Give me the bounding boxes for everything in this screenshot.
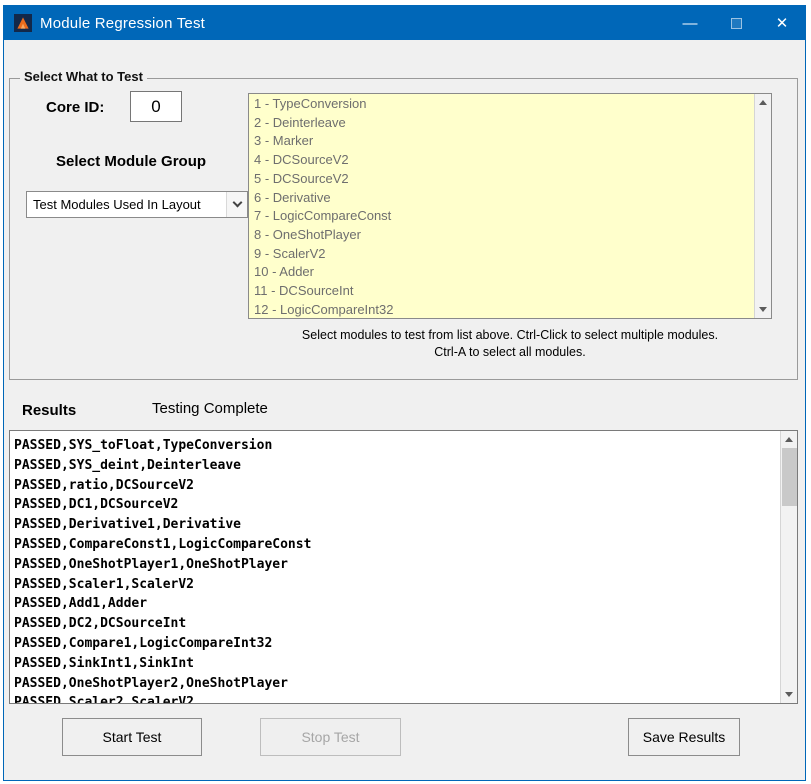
- result-line[interactable]: PASSED,ratio,DCSourceV2: [14, 476, 777, 496]
- scroll-up-button[interactable]: [755, 94, 771, 111]
- scroll-up-button[interactable]: [781, 431, 797, 448]
- result-line[interactable]: PASSED,OneShotPlayer2,OneShotPlayer: [14, 674, 777, 694]
- module-list-help: Select modules to test from list above. …: [248, 327, 772, 361]
- module-list-item[interactable]: 10 - Adder: [254, 263, 751, 282]
- module-list-item[interactable]: 9 - ScalerV2: [254, 245, 751, 264]
- result-line[interactable]: PASSED,CompareConst1,LogicCompareConst: [14, 535, 777, 555]
- module-list[interactable]: 1 - TypeConversion2 - Deinterleave3 - Ma…: [248, 93, 772, 319]
- scrollbar-thumb[interactable]: [782, 448, 797, 506]
- module-group-selected-value: Test Modules Used In Layout: [33, 197, 226, 212]
- help-line-1: Select modules to test from list above. …: [248, 327, 772, 344]
- arrow-down-icon: [785, 692, 793, 697]
- window-title: Module Regression Test: [40, 15, 205, 32]
- module-list-item[interactable]: 2 - Deinterleave: [254, 114, 751, 133]
- chevron-down-icon: [232, 198, 242, 208]
- module-list-item[interactable]: 4 - DCSourceV2: [254, 151, 751, 170]
- scroll-down-button[interactable]: [755, 301, 771, 318]
- stop-test-button[interactable]: Stop Test: [260, 718, 401, 756]
- result-line[interactable]: PASSED,Scaler2,ScalerV2: [14, 693, 777, 704]
- results-label: Results: [22, 402, 76, 419]
- maximize-icon: [731, 18, 742, 29]
- module-list-item[interactable]: 11 - DCSourceInt: [254, 282, 751, 301]
- result-line[interactable]: PASSED,SYS_deint,Deinterleave: [14, 456, 777, 476]
- module-list-item[interactable]: 1 - TypeConversion: [254, 95, 751, 114]
- core-id-label: Core ID:: [46, 99, 104, 116]
- scroll-down-button[interactable]: [781, 686, 797, 703]
- minimize-icon: —: [683, 15, 698, 32]
- result-line[interactable]: PASSED,DC1,DCSourceV2: [14, 495, 777, 515]
- help-line-2: Ctrl-A to select all modules.: [248, 344, 772, 361]
- results-status: Testing Complete: [152, 400, 268, 417]
- start-test-button[interactable]: Start Test: [62, 718, 202, 756]
- module-list-item[interactable]: 7 - LogicCompareConst: [254, 207, 751, 226]
- matlab-icon: [14, 14, 32, 32]
- result-line[interactable]: PASSED,SYS_toFloat,TypeConversion: [14, 436, 777, 456]
- maximize-button[interactable]: [713, 6, 759, 40]
- arrow-up-icon: [759, 100, 767, 105]
- module-list-item[interactable]: 12 - LogicCompareInt32: [254, 301, 751, 319]
- arrow-up-icon: [785, 437, 793, 442]
- module-list-item[interactable]: 8 - OneShotPlayer: [254, 226, 751, 245]
- close-icon: ✕: [776, 14, 789, 32]
- result-line[interactable]: PASSED,Scaler1,ScalerV2: [14, 575, 777, 595]
- core-id-input[interactable]: [130, 91, 182, 122]
- module-group-label: Select Module Group: [56, 153, 206, 170]
- dropdown-button[interactable]: [226, 192, 247, 217]
- module-group-select[interactable]: Test Modules Used In Layout: [26, 191, 248, 218]
- result-line[interactable]: PASSED,SinkInt1,SinkInt: [14, 654, 777, 674]
- title-bar[interactable]: Module Regression Test — ✕: [4, 6, 805, 40]
- arrow-down-icon: [759, 307, 767, 312]
- result-line[interactable]: PASSED,OneShotPlayer1,OneShotPlayer: [14, 555, 777, 575]
- result-line[interactable]: PASSED,Add1,Adder: [14, 594, 777, 614]
- result-line[interactable]: PASSED,Compare1,LogicCompareInt32: [14, 634, 777, 654]
- result-line[interactable]: PASSED,Derivative1,Derivative: [14, 515, 777, 535]
- module-list-scrollbar[interactable]: [754, 94, 771, 318]
- save-results-button[interactable]: Save Results: [628, 718, 740, 756]
- results-list[interactable]: PASSED,SYS_toFloat,TypeConversionPASSED,…: [9, 430, 798, 704]
- close-button[interactable]: ✕: [759, 6, 805, 40]
- module-regression-test-window: Module Regression Test — ✕ Select What t…: [3, 5, 806, 781]
- groupbox-legend: Select What to Test: [20, 69, 147, 84]
- result-line[interactable]: PASSED,DC2,DCSourceInt: [14, 614, 777, 634]
- window-controls: — ✕: [667, 6, 805, 40]
- module-list-item[interactable]: 3 - Marker: [254, 132, 751, 151]
- results-scrollbar[interactable]: [780, 431, 797, 703]
- module-list-item[interactable]: 5 - DCSourceV2: [254, 170, 751, 189]
- module-list-item[interactable]: 6 - Derivative: [254, 189, 751, 208]
- minimize-button[interactable]: —: [667, 6, 713, 40]
- select-what-to-test-groupbox: Select What to Test Core ID: Select Modu…: [9, 78, 798, 380]
